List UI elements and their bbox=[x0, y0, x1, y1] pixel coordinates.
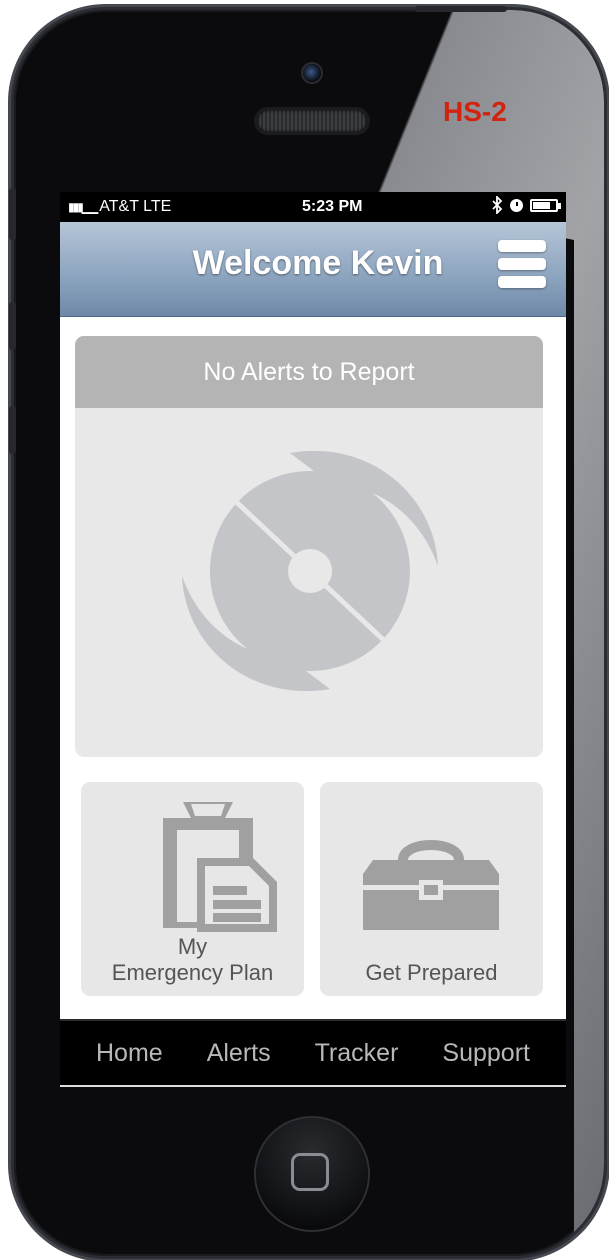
tile-label: Get Prepared bbox=[365, 960, 498, 985]
screen-tag: HS-2 bbox=[443, 96, 507, 127]
alarm-clock-icon bbox=[510, 198, 523, 212]
power-button bbox=[415, 6, 507, 12]
clipboard-document-icon bbox=[163, 802, 277, 932]
toolbox-icon bbox=[363, 840, 499, 930]
status-bar: ▮▮▮▁▁ AT&T LTE 5:23 PM bbox=[60, 192, 566, 222]
earpiece-speaker bbox=[257, 110, 367, 132]
get-prepared-tile[interactable]: Get Prepared bbox=[320, 782, 543, 996]
status-time: 5:23 PM bbox=[302, 198, 363, 215]
home-button[interactable] bbox=[256, 1118, 368, 1230]
carrier-info: ▮▮▮▁▁ AT&T LTE bbox=[68, 198, 171, 216]
tab-tracker[interactable]: Tracker bbox=[315, 1039, 399, 1068]
home-square-icon bbox=[291, 1153, 329, 1191]
tab-home[interactable]: Home bbox=[96, 1039, 163, 1068]
signal-bars-icon: ▮▮▮▁▁ bbox=[68, 200, 98, 214]
hamburger-menu-button[interactable] bbox=[498, 240, 546, 288]
my-emergency-plan-tile[interactable]: My Emergency Plan bbox=[81, 782, 304, 996]
page-title: Welcome Kevin bbox=[192, 244, 444, 282]
mute-switch bbox=[9, 188, 16, 240]
volume-up-button bbox=[9, 302, 16, 350]
bluetooth-icon bbox=[492, 196, 503, 214]
app-header: Welcome Kevin bbox=[60, 222, 566, 317]
tab-support[interactable]: Support bbox=[442, 1039, 530, 1068]
status-icons bbox=[492, 196, 561, 214]
volume-down-button bbox=[9, 406, 16, 454]
bottom-tab-bar: Home Alerts Tracker Support bbox=[60, 1019, 566, 1087]
carrier-label: AT&T LTE bbox=[99, 198, 172, 215]
front-camera-icon bbox=[303, 64, 321, 82]
alerts-status-text: No Alerts to Report bbox=[75, 336, 543, 408]
tile-label-line1: My bbox=[177, 934, 208, 959]
tile-label: My Emergency Plan bbox=[81, 934, 304, 986]
menu-bar-1 bbox=[498, 240, 546, 252]
alerts-panel[interactable]: No Alerts to Report bbox=[75, 336, 543, 757]
menu-bar-3 bbox=[498, 276, 546, 288]
menu-bar-2 bbox=[498, 258, 546, 270]
tile-label-line2: Emergency Plan bbox=[111, 960, 274, 985]
app-screen: ▮▮▮▁▁ AT&T LTE 5:23 PM Welcome Kevin No A… bbox=[60, 192, 566, 1087]
tab-alerts[interactable]: Alerts bbox=[207, 1039, 271, 1068]
hurricane-icon bbox=[182, 450, 438, 692]
battery-icon bbox=[530, 198, 561, 212]
